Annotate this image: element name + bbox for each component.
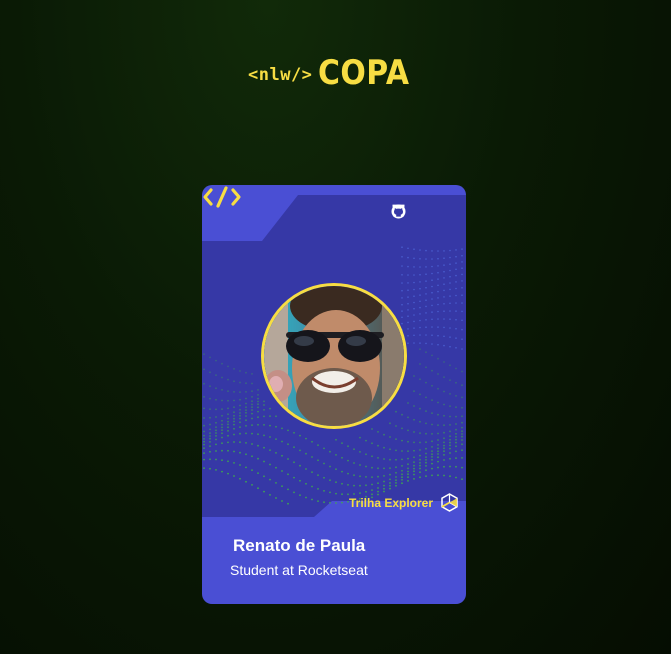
profile-role: Student at Rocketseat: [230, 562, 368, 578]
profile-card: Trilha Explorer Renato de Paula Student …: [202, 185, 466, 604]
profile-name: Renato de Paula: [233, 536, 366, 555]
logo-word-text: COPA: [318, 53, 410, 93]
profile-photo: [264, 286, 404, 426]
css3-icon: [392, 204, 429, 219]
track-badge-label: Trilha Explorer: [349, 495, 434, 510]
code-brackets-icon: [203, 186, 241, 208]
tech-icons: [391, 204, 452, 219]
card-pattern-area: [202, 185, 466, 517]
logo-tag-text: <nlw/>: [248, 65, 313, 85]
explorer-hexagon-icon: [441, 493, 458, 512]
avatar: [261, 283, 407, 429]
nlw-copa-logo: <nlw/> COPA: [248, 55, 422, 91]
track-badge: Trilha Explorer: [349, 493, 459, 512]
github-icon: [391, 204, 452, 219]
